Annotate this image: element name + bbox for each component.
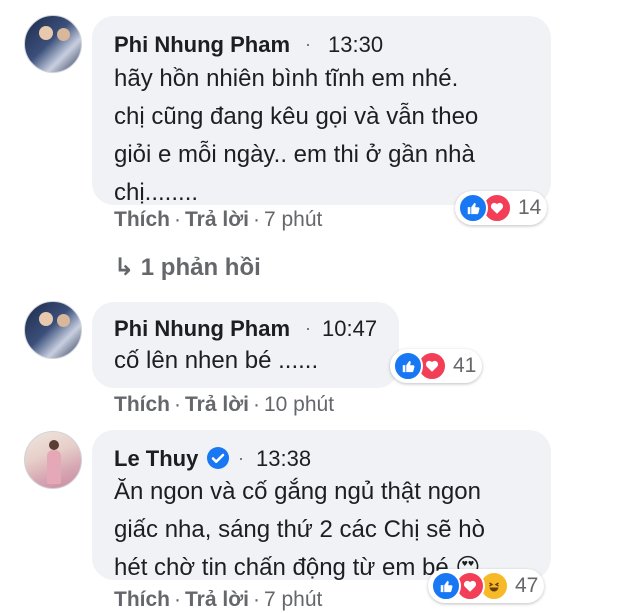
comment-author[interactable]: Le Thuy [114,446,198,472]
reply-button[interactable]: Trả lời [185,393,249,416]
comment-time[interactable]: 10:47 [322,316,377,342]
comment-age[interactable]: 7 phút [264,208,322,231]
comment-age[interactable]: 10 phút [264,393,334,416]
comment-age[interactable]: 7 phút [264,588,322,611]
comment-text: hãy hồn nhiên bình tĩnh em nhé. chị cũng… [114,65,479,206]
comment-time[interactable]: 13:38 [256,446,311,472]
avatar[interactable] [24,301,82,359]
reply-button[interactable]: Trả lời [185,588,249,611]
separator-dot: · [305,318,311,338]
comment-actions: Thích · Trả lời · 7 phút [114,588,322,612]
reaction-count: 41 [453,354,477,377]
separator-dot: · [174,588,181,611]
comment-author[interactable]: Phi Nhung Pham [114,316,290,342]
like-button[interactable]: Thích [114,208,170,231]
reaction-count: 47 [515,574,539,597]
like-icon [393,351,423,381]
avatar[interactable] [24,15,82,73]
reaction-count: 14 [518,196,542,219]
separator-dot: · [252,588,260,611]
separator-dot: · [252,393,260,416]
comment-author[interactable]: Phi Nhung Pham [114,32,290,58]
comment-actions: Thích · Trả lời · 10 phút [114,393,334,417]
separator-dot: · [174,208,181,231]
verified-badge-icon [207,447,229,469]
reaction-summary[interactable]: 14 [455,191,548,225]
view-replies-link[interactable]: ↳ 1 phản hồi [114,253,261,282]
avatar[interactable] [24,431,82,489]
comment-text: cố lên nhen bé ...... [114,347,319,374]
comment-actions: Thích · Trả lời · 7 phút [114,208,322,232]
like-icon [458,193,488,223]
reply-button[interactable]: Trả lời [185,208,249,231]
like-icon [431,571,461,601]
separator-dot: · [252,208,260,231]
separator-dot: · [305,34,311,54]
separator-dot: · [174,393,181,416]
reaction-summary[interactable]: 47 [428,569,545,603]
like-button[interactable]: Thích [114,393,170,416]
reaction-summary[interactable]: 41 [390,349,483,383]
separator-dot: · [238,448,244,468]
comment-time[interactable]: 13:30 [328,32,383,58]
like-button[interactable]: Thích [114,588,170,611]
